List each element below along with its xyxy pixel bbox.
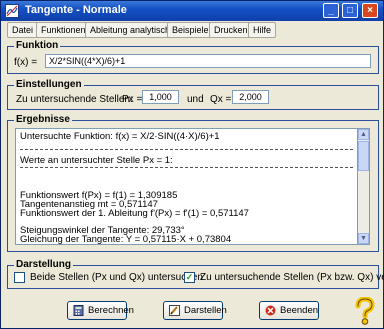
close-button[interactable]: × [362,3,378,18]
option2-checkbox[interactable]: ✓ [184,272,195,283]
und-label: und [187,94,204,105]
scroll-up-icon[interactable]: ▲ [358,129,369,140]
calculator-icon [73,305,84,316]
ergebnisse-legend: Ergebnisse [14,114,72,125]
berechnen-button[interactable]: Berechnen [67,301,134,320]
question-mark-icon[interactable] [352,296,378,325]
scroll-down-icon[interactable]: ▼ [358,233,369,244]
menu-ableitung-analytisch[interactable]: Ableitung analytisch [85,22,176,38]
berechnen-label: Berechnen [88,305,134,316]
menu-hilfe[interactable]: Hilfe [248,22,277,38]
maximize-button[interactable]: □ [342,3,358,18]
funktion-legend: Funktion [14,40,61,51]
option2-label[interactable]: Zu untersuchende Stellen (Px bzw. Qx) ve… [200,272,384,283]
results-scrollbar[interactable]: ▲ ▼ [358,128,370,245]
darstellen-button[interactable]: Darstellen [163,301,227,320]
qx-label: Qx = [210,94,232,105]
darstellung-legend: Darstellung [14,259,74,270]
menu-beispiele[interactable]: Beispiele [167,22,214,38]
option1-label[interactable]: Beide Stellen (Px und Qx) untersuchen [30,272,203,283]
title-bar[interactable]: Tangente - Normale _ □ × [1,1,383,21]
px-input[interactable]: 1,000 [142,90,179,104]
result-divider [20,167,353,168]
result-line-function: Untersuchte Funktion: f(x) = X/2·SIN((4·… [20,131,220,142]
qx-input[interactable]: 2,000 [232,90,269,104]
result-line-ableitung: Funktionswert der 1. Ableitung f'(Px) = … [20,208,249,219]
px-label: Px = [122,94,143,105]
menu-bar: Datei Funktionen Ableitung analytisch Be… [3,22,381,38]
close-x-icon [265,305,276,316]
einstellungen-legend: Einstellungen [14,79,84,90]
option1-checkbox[interactable] [14,272,25,283]
window-title: Tangente - Normale [25,4,127,16]
scroll-thumb[interactable] [358,141,369,171]
minimize-button[interactable]: _ [323,3,339,18]
stellen-label: Zu untersuchende Stellen: [16,94,133,105]
function-input[interactable]: X/2*SIN((4*X)/6)+1 [45,54,371,68]
menu-funktionen[interactable]: Funktionen [36,22,91,38]
beenden-button[interactable]: Beenden [259,301,319,320]
beenden-label: Beenden [280,305,319,316]
tangent-graph-icon [5,4,19,18]
results-textarea[interactable]: Untersuchte Funktion: f(x) = X/2·SIN((4·… [15,128,358,245]
menu-drucken[interactable]: Drucken [209,22,253,38]
funktion-label: f(x) = [14,57,38,68]
darstellen-label: Darstellen [184,305,227,316]
app-window: Tangente - Normale _ □ × Datei Funktione… [0,0,384,329]
result-line-gleichung: Gleichung der Tangente: Y = 0,57115·X + … [20,234,232,245]
pencil-icon [169,305,180,316]
result-line-stelle: Werte an untersuchter Stelle Px = 1: [20,155,173,166]
result-divider [20,149,353,150]
menu-datei[interactable]: Datei [7,22,39,38]
